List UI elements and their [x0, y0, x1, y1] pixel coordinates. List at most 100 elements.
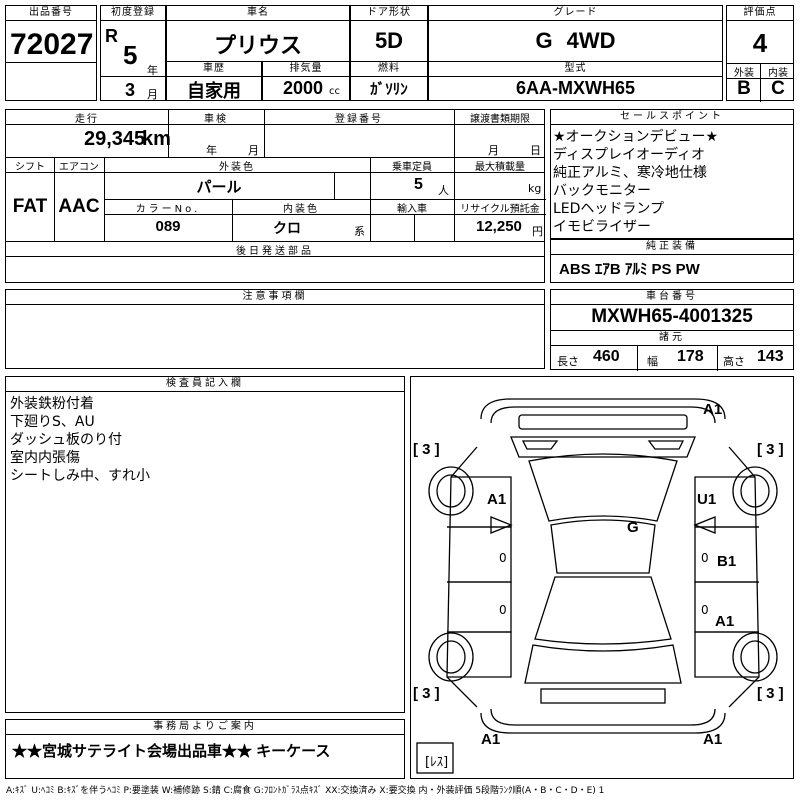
fuel-box: 燃料 ｶﾞｿﾘﾝ [350, 61, 428, 101]
inspector-line: ダッシュ板のり付 [10, 432, 122, 448]
height: 143 [757, 348, 784, 365]
mileage-label: 走行 [75, 114, 99, 125]
left-quarter [447, 631, 512, 678]
spare-tire: [ﾚｽ] [425, 755, 449, 770]
door-box: ドア形状 5D [350, 5, 428, 62]
tire-rear-right-shape [732, 632, 778, 682]
headlight-left [521, 440, 559, 450]
rear-plate-area [540, 688, 666, 704]
history-box: 車歴 自家用 [166, 61, 262, 101]
reg-divider [101, 76, 165, 77]
exterior-score: B [737, 78, 751, 99]
headlight-right [647, 440, 685, 450]
sales-item: ディスプレイオーディオ [553, 147, 706, 163]
sales-item: イモビライザー [553, 219, 651, 235]
history-label: 車歴 [167, 62, 261, 77]
chassis-box: 車台番号 MXWH65-4001325 [550, 289, 794, 331]
first-reg-label: 初度登録 [101, 6, 165, 21]
dims-v2 [717, 346, 718, 371]
score-box: 評価点 4 外装 内装 B C [726, 5, 794, 102]
door-label: ドア形状 [351, 6, 427, 21]
sales-box: セールスポイント ★オークションデビュー★ ディスプレイオーディオ 純正アルミ、… [550, 109, 794, 239]
score-label: 評価点 [727, 6, 793, 21]
inspector-line: 下廻りS、AU [10, 414, 95, 430]
chassis-number: MXWH65-4001325 [591, 306, 753, 327]
damage-right-front-door: U1 [697, 491, 717, 508]
office-text: ★★宮城サテライト会場出品車★★ キーケース [12, 743, 331, 760]
car-diagram [416, 398, 778, 774]
insp-month-unit: 月 [248, 144, 259, 157]
capacity-unit: 人 [438, 184, 449, 197]
displacement-unit: cc [329, 86, 340, 97]
tire-rear-right-inner [740, 640, 770, 674]
capacity: 5 [414, 176, 423, 193]
ac-label: エアコン [59, 162, 99, 173]
reg-month: 3 [125, 80, 136, 100]
length-label: 長さ [557, 355, 579, 368]
intcolor: クロ [273, 220, 301, 236]
right-mirror [693, 516, 716, 534]
zone-marker: 0 [499, 551, 507, 565]
grille-shape [518, 414, 688, 430]
damage-right-quarter: A1 [715, 613, 735, 630]
fuel-label: 燃料 [351, 62, 427, 77]
tire-rear-left-depth: [ 3 ] [413, 685, 440, 702]
colorno: 089 [155, 218, 181, 235]
tire-rear-left-shape [428, 632, 474, 682]
left-mirror [490, 516, 513, 534]
damage-rear-left: A1 [481, 731, 501, 748]
shift: FAT [12, 196, 48, 217]
length: 460 [593, 348, 620, 365]
recycle-label: リサイクル預託金 [460, 204, 540, 215]
zone-marker: 0 [701, 603, 709, 617]
recycle-unit: 円 [532, 225, 543, 238]
fuel: ｶﾞｿﾘﾝ [370, 81, 408, 98]
width: 178 [677, 348, 704, 365]
inspection-label: 車検 [204, 114, 228, 125]
first-reg-box: 初度登録 R 5 年 3 月 [100, 5, 166, 101]
inspector-list: 外装鉄粉付着 下廻りS、AU ダッシュ板のり付 室内内張傷 シートしみ中、すれ小 [10, 395, 150, 485]
displacement-label: 排気量 [263, 62, 349, 77]
spec-grid: 走行 車検 登録番号 譲渡書類期限 29,345 km 年 月 月 日 シフト … [5, 109, 546, 283]
model-label: 型式 [429, 62, 722, 77]
tire-front-left-depth: [ 3 ] [413, 441, 440, 458]
zone-marker: 0 [701, 551, 709, 565]
damage-roof: G [627, 519, 639, 536]
spec-v-color [334, 172, 335, 199]
notes-box: 注意事項欄 [5, 289, 545, 369]
dims-v1 [637, 346, 638, 371]
transfer-label: 譲渡書類期限 [470, 114, 530, 125]
load-label: 最大積載量 [475, 162, 525, 173]
equip-box: 純正装備 ABS ｴｱB ｱﾙﾐ PS PW [550, 239, 794, 283]
mileage-unit: km [142, 128, 171, 150]
intcolor-unit: 系 [354, 225, 365, 238]
score: 4 [752, 28, 768, 58]
office-label: 事務局よりご案内 [6, 720, 404, 735]
dims-box: 諸元 長さ 460 幅 178 高さ 143 [550, 330, 794, 371]
legend: A:ｷｽﾞ U:ﾍｺﾐ B:ｷｽﾞを伴うﾍｺﾐ P:要塗装 W:補修跡 S:錆 … [6, 786, 605, 796]
rear-bumper-inner [490, 708, 716, 726]
sales-item: ★オークションデビュー★ [553, 129, 719, 145]
windshield-shape [528, 453, 678, 522]
damage-right-rear-door: B1 [717, 553, 737, 570]
later-label: 後日発送部品 [236, 246, 314, 257]
transfer-day-unit: 日 [530, 144, 541, 157]
regno-label: 登録番号 [335, 114, 383, 125]
model-box: 型式 6AA-MXWH65 [428, 61, 723, 101]
notes-label: 注意事項欄 [6, 290, 544, 305]
ac: AAC [58, 196, 100, 217]
colorno-label: カラーNo. [135, 204, 201, 215]
dims-label: 諸元 [551, 331, 793, 346]
import-label: 輸入車 [397, 204, 427, 215]
rear-window-shape [534, 576, 672, 645]
grade-label: グレード [429, 6, 722, 21]
damage-rear-right: A1 [703, 731, 723, 748]
grade: G 4WD [535, 28, 616, 53]
height-label: 高さ [723, 355, 745, 368]
capacity-label: 乗車定員 [392, 162, 432, 173]
damage-left-front-door: A1 [487, 491, 507, 508]
grade-box: グレード G 4WD [428, 5, 723, 62]
inspector-box: 検査員記入欄 外装鉄粉付着 下廻りS、AU ダッシュ板のり付 室内内張傷 シート… [5, 376, 405, 713]
displacement: 2000 [283, 78, 324, 98]
inspector-line: 室内内張傷 [10, 450, 80, 466]
